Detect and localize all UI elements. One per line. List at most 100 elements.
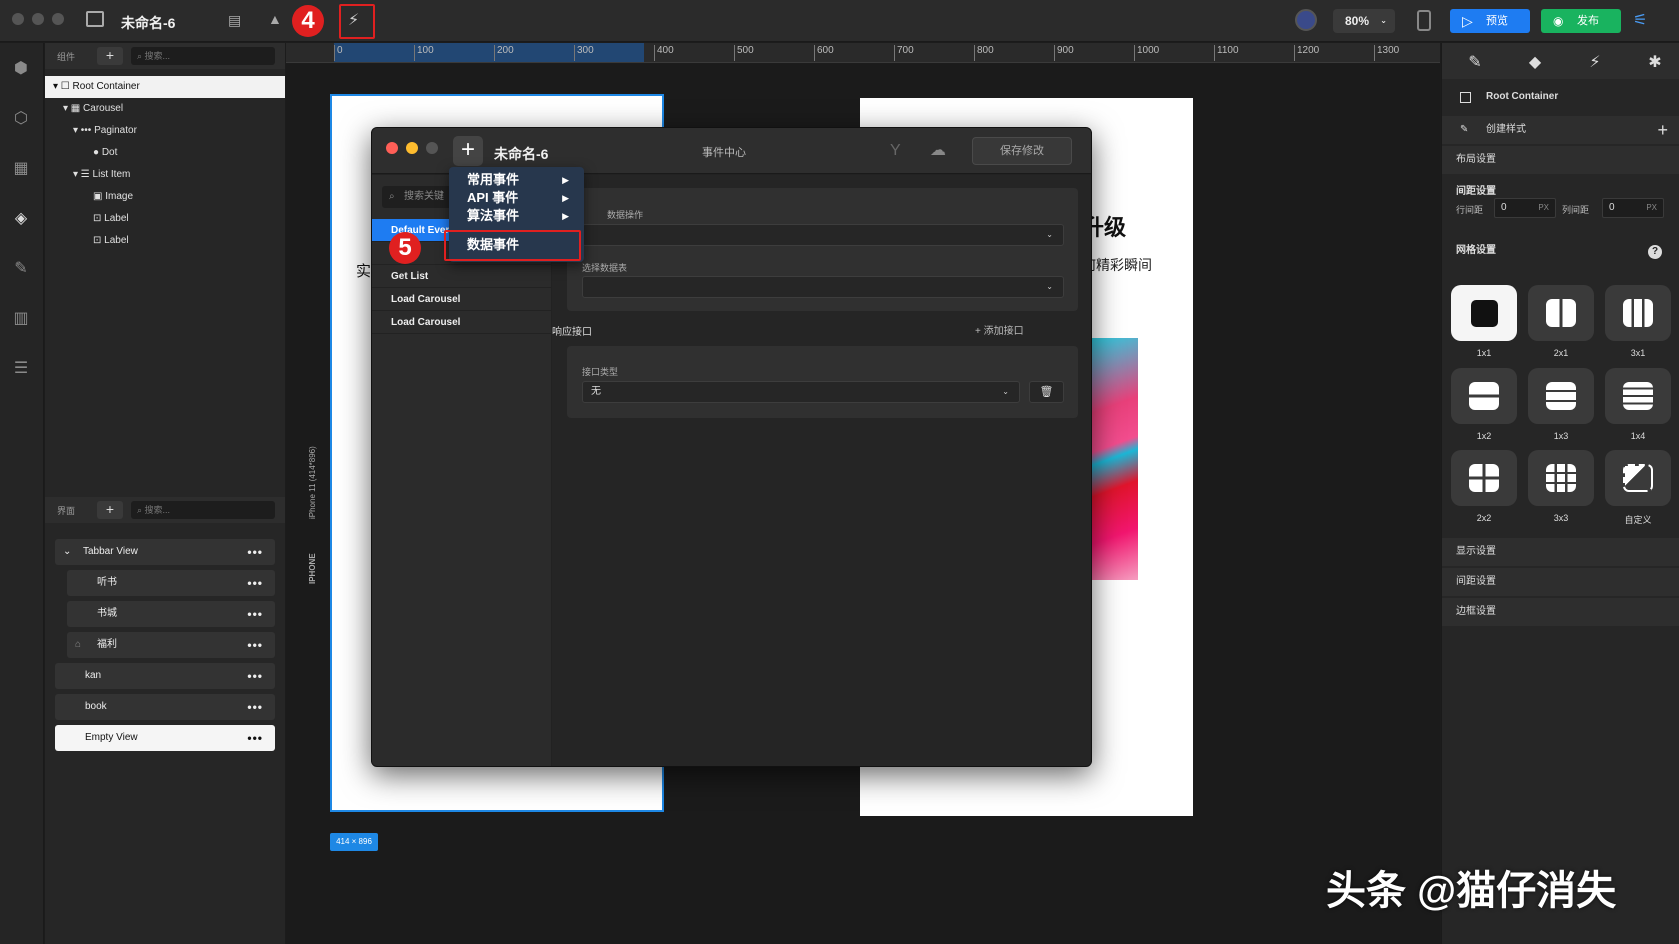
grid-1x3-button[interactable]	[1528, 368, 1594, 424]
step-5-badge: 5	[389, 232, 421, 264]
add-style-icon[interactable]: +	[1657, 116, 1668, 144]
tree-item-list-item[interactable]: ▾ ☰ List Item	[45, 164, 285, 186]
menu-label: API 事件	[467, 190, 519, 205]
menu-label: 算法事件	[467, 208, 520, 223]
inspector-tabs: ✎ ◆ ⚡ ✱	[1442, 43, 1679, 79]
grid-1x1-button[interactable]	[1451, 285, 1517, 341]
minimize-window-button[interactable]	[32, 13, 44, 25]
device-icon[interactable]	[1417, 10, 1431, 31]
menu-item-common-events[interactable]: 常用事件 ▶	[467, 171, 577, 189]
display-settings-section[interactable]: 显示设置	[1442, 538, 1679, 566]
peek-text: 实	[356, 263, 372, 280]
page-item-fuli[interactable]: ⌂ 福利 •••	[67, 632, 275, 658]
grid-2x2-button[interactable]	[1451, 450, 1517, 506]
add-api-button[interactable]: + 添加接口	[975, 322, 1024, 337]
tree-item-label[interactable]: ⊡ Label	[45, 208, 285, 230]
api-type-value: 无	[591, 386, 601, 397]
layout-settings-section[interactable]: 布局设置	[1442, 146, 1679, 174]
help-icon[interactable]: ?	[1648, 245, 1662, 259]
tree-item-paginator[interactable]: ▾ ••• Paginator	[45, 120, 285, 142]
data-tab-icon[interactable]: ✱	[1645, 52, 1665, 72]
zoom-select[interactable]: 80% ⌄	[1333, 9, 1395, 33]
menu-item-api-events[interactable]: API 事件 ▶	[467, 189, 577, 207]
create-style-row[interactable]: ✎ 创建样式 +	[1442, 116, 1679, 144]
more-icon[interactable]: •••	[247, 601, 263, 627]
dialog-minimize-button[interactable]	[406, 142, 418, 154]
publish-button[interactable]: ◉ 发布	[1541, 9, 1621, 33]
more-icon[interactable]: •••	[247, 539, 263, 565]
preview-button[interactable]: ▷ 预览	[1450, 9, 1530, 33]
tree-item-root-container[interactable]: ▾ ☐ Root Container	[45, 76, 285, 98]
menu-item-algorithm-events[interactable]: 算法事件 ▶	[467, 207, 577, 225]
col-gap-input[interactable]: 0 PX	[1602, 198, 1664, 218]
style-tab-brush-icon[interactable]: ✎	[1465, 52, 1485, 72]
tree-item-dot[interactable]: ● Dot	[45, 142, 285, 164]
grid-caption: 1x1	[1476, 348, 1492, 358]
page-search-input[interactable]: ⌕ 搜索...	[131, 501, 275, 519]
data-operation-label: 数据操作	[607, 210, 644, 220]
cloud-icon[interactable]: ☁	[930, 140, 946, 160]
api-type-select[interactable]: 无 ⌄	[582, 381, 1020, 403]
page-label: 听书	[97, 577, 117, 588]
data-operation-select[interactable]: ⌄	[582, 224, 1064, 246]
page-item-kan[interactable]: kan •••	[55, 663, 275, 689]
grid-caption: 1x3	[1553, 431, 1569, 441]
tree-item-label[interactable]: ⊡ Label	[45, 230, 285, 252]
save-changes-button[interactable]: 保存修改	[972, 137, 1072, 165]
home-icon: ⌂	[75, 639, 82, 650]
more-icon[interactable]: •••	[247, 663, 263, 689]
file-icon[interactable]: ▤	[228, 12, 241, 29]
cube-icon[interactable]: ⬢	[10, 58, 32, 77]
sidebar-toggle-icon[interactable]	[86, 11, 104, 27]
tree-label: Label	[104, 213, 129, 224]
event-item[interactable]: Load Carousel	[372, 311, 551, 334]
add-event-button[interactable]: +	[453, 136, 483, 166]
grid-custom-button[interactable]	[1605, 450, 1671, 506]
lightning-icon[interactable]: ⚡	[348, 10, 359, 30]
event-item[interactable]: Load Carousel	[372, 288, 551, 311]
border-settings-section[interactable]: 边框设置	[1442, 598, 1679, 626]
shape-icon[interactable]: ▲	[268, 11, 282, 27]
more-icon[interactable]: •••	[247, 632, 263, 658]
brush-icon[interactable]: ✎	[10, 258, 32, 277]
zoom-window-button[interactable]	[52, 13, 64, 25]
avatar[interactable]	[1295, 9, 1317, 31]
page-item-shucheng[interactable]: 书城 •••	[67, 601, 275, 627]
filter-icon[interactable]: Y	[890, 142, 901, 160]
grid-3x1-button[interactable]	[1605, 285, 1671, 341]
grid-1x4-button[interactable]	[1605, 368, 1671, 424]
page-label: Empty View	[85, 732, 138, 743]
page-item-empty-view[interactable]: Empty View •••	[55, 725, 275, 751]
margin-settings-section[interactable]: 间距设置	[1442, 568, 1679, 596]
table-select[interactable]: ⌄	[582, 276, 1064, 298]
events-tab-lightning-icon[interactable]: ⚡	[1585, 52, 1605, 72]
row-gap-input[interactable]: 0 PX	[1494, 198, 1556, 218]
dialog-zoom-button[interactable]	[426, 142, 438, 154]
more-icon[interactable]: •••	[247, 570, 263, 596]
layout-icon[interactable]: ▥	[10, 308, 32, 327]
add-page-button[interactable]: +	[97, 501, 123, 519]
close-window-button[interactable]	[12, 13, 24, 25]
row-gap-label: 行间距	[1456, 205, 1484, 215]
grid-1x2-button[interactable]	[1451, 368, 1517, 424]
list-icon[interactable]: ☰	[10, 358, 32, 377]
settings-sliders-icon[interactable]: ⚟	[1633, 10, 1647, 30]
widgets-icon[interactable]: ▦	[10, 158, 32, 177]
delete-api-button[interactable]: 🗑	[1029, 381, 1064, 403]
page-item-tabbar-view[interactable]: ⌄ Tabbar View •••	[55, 539, 275, 565]
more-icon[interactable]: •••	[247, 694, 263, 720]
page-item-book[interactable]: book •••	[55, 694, 275, 720]
dialog-close-button[interactable]	[386, 142, 398, 154]
component-search-input[interactable]: ⌕ 搜索...	[131, 47, 275, 65]
grid-3x3-button[interactable]	[1528, 450, 1594, 506]
more-icon[interactable]: •••	[247, 725, 263, 751]
tree-item-carousel[interactable]: ▾ ▦ Carousel	[45, 98, 285, 120]
add-component-button[interactable]: +	[97, 47, 123, 65]
page-item-tingshu[interactable]: 听书 •••	[67, 570, 275, 596]
tree-item-image[interactable]: ▣ Image	[45, 186, 285, 208]
grid-2x1-button[interactable]	[1528, 285, 1594, 341]
components-tab-icon[interactable]: ◆	[1525, 52, 1545, 72]
layers-icon[interactable]: ◈	[10, 208, 32, 227]
event-item[interactable]: Get List	[372, 265, 551, 288]
components-icon[interactable]: ⬡	[10, 108, 32, 127]
